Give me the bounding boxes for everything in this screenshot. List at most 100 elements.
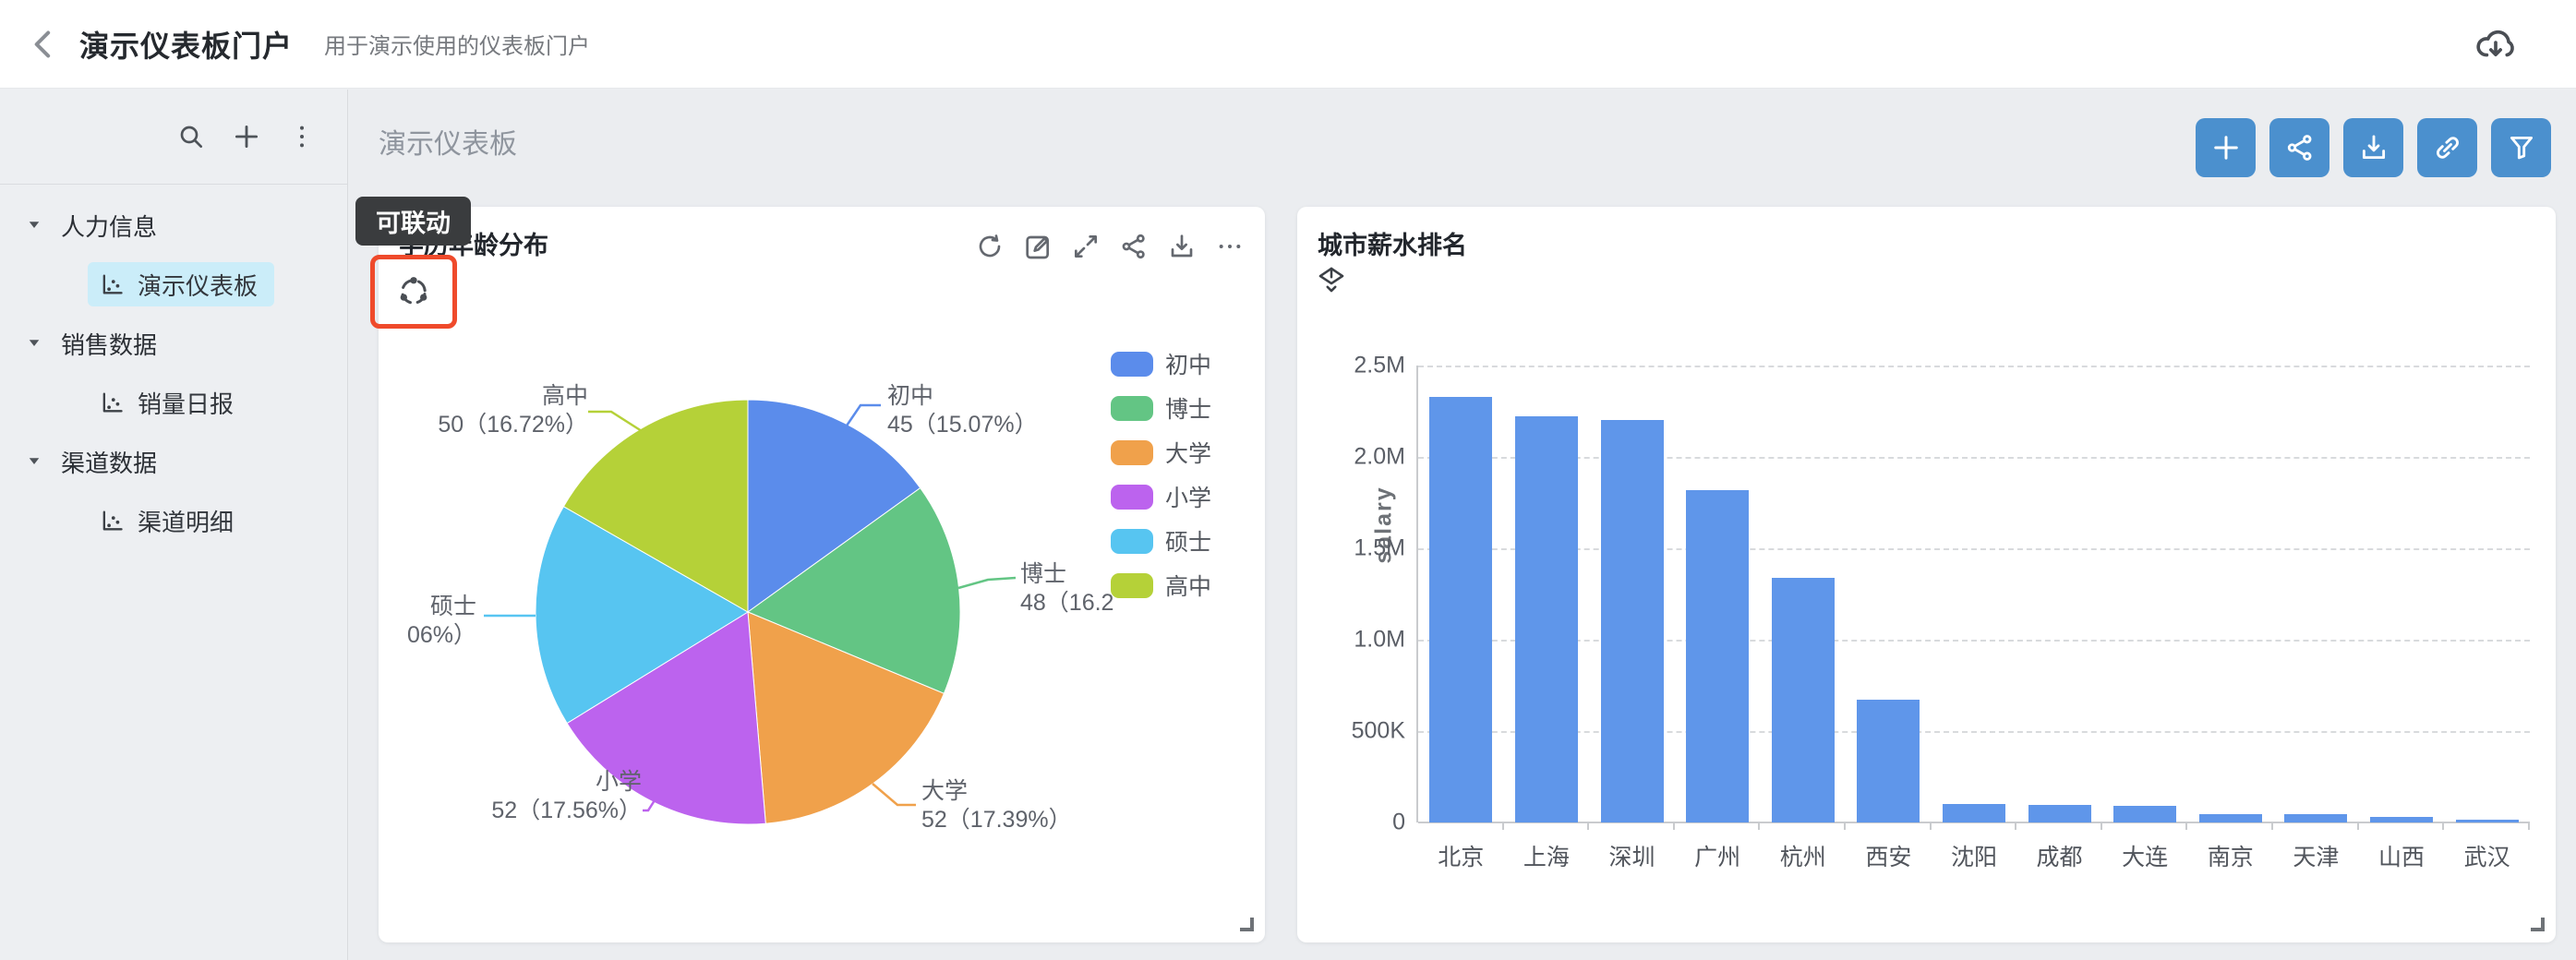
bar-column: 上海: [1504, 366, 1590, 822]
cloud-download-button[interactable]: [2474, 24, 2517, 66]
linkage-tooltip: 可联动: [355, 197, 471, 246]
app-header: 演示仪表板门户 用于演示使用的仪表板门户: [0, 0, 2576, 89]
bar-广州[interactable]: [1686, 490, 1749, 822]
bar-北京[interactable]: [1429, 397, 1492, 822]
add-button[interactable]: [2196, 118, 2256, 177]
download-icon: [2358, 132, 2389, 163]
x-tick-label: 深圳: [1609, 839, 1655, 872]
bar-深圳[interactable]: [1601, 420, 1664, 822]
bar-column: 大连: [2102, 366, 2188, 822]
link-button[interactable]: [2417, 118, 2477, 177]
legend-label: 博士: [1165, 391, 1211, 425]
legend-item-硕士[interactable]: 硕士: [1111, 519, 1211, 563]
dashboard-toolbar: [2196, 118, 2551, 177]
bar-杭州[interactable]: [1772, 578, 1835, 822]
resize-handle[interactable]: [1240, 918, 1254, 931]
x-tick-label: 天津: [2293, 839, 2339, 872]
bar-column: 北京: [1418, 366, 1504, 822]
sidebar-toolbar: [0, 90, 347, 185]
legend-swatch: [1111, 573, 1153, 598]
bar-西安[interactable]: [1857, 700, 1920, 822]
plus-icon: [231, 121, 262, 152]
bar-column: 天津: [2273, 366, 2359, 822]
bar-column: 沈阳: [1932, 366, 2017, 822]
tree-item-label: 渠道明细: [138, 504, 234, 538]
bar-column: 山西: [2359, 366, 2445, 822]
dashboard-title: 演示仪表板: [379, 121, 517, 162]
back-button[interactable]: [24, 24, 65, 65]
tree-group-0[interactable]: 人力信息: [0, 196, 347, 255]
legend-item-高中[interactable]: 高中: [1111, 563, 1211, 607]
pie-label-小学: 小学 52（17.56%）: [491, 768, 642, 825]
bar-南京[interactable]: [2199, 814, 2262, 822]
legend-label: 初中: [1165, 347, 1211, 380]
bar-column: 深圳: [1589, 366, 1675, 822]
legend-item-小学[interactable]: 小学: [1111, 474, 1211, 519]
bar-沈阳[interactable]: [1943, 804, 2005, 822]
search-button[interactable]: [175, 121, 207, 152]
filter-icon: [2506, 132, 2537, 163]
tree-group-1[interactable]: 销售数据: [0, 314, 347, 373]
x-tick-label: 广州: [1694, 839, 1740, 872]
pie-label-博士: 博士 48（16.2: [1020, 560, 1113, 618]
legend-label: 大学: [1165, 436, 1211, 469]
legend-swatch: [1111, 440, 1153, 465]
x-tick-label: 杭州: [1780, 839, 1826, 872]
x-tick-label: 大连: [2122, 839, 2168, 872]
bar-大连[interactable]: [2113, 806, 2176, 822]
chevron-left-icon: [26, 26, 63, 63]
x-tick-label: 南京: [2208, 839, 2254, 872]
x-tick-label: 武汉: [2464, 839, 2510, 872]
bar-上海[interactable]: [1515, 416, 1578, 822]
x-axis-ticks: [1418, 822, 2530, 830]
legend-swatch: [1111, 396, 1153, 421]
chart-card-bar: 城市薪水排名 salary 2.5M2.0M1.5M1.0M500K0 北京 上…: [1297, 207, 2556, 942]
pie-legend: 初中 博士 大学 小学 硕士 高中: [1111, 342, 1211, 607]
link-icon: [2432, 132, 2463, 163]
add-button[interactable]: [231, 121, 262, 152]
legend-item-大学[interactable]: 大学: [1111, 430, 1211, 474]
filter-button[interactable]: [2491, 118, 2551, 177]
pie-label-高中: 高中 50（16.72%）: [438, 382, 588, 439]
bar-column: 杭州: [1760, 366, 1846, 822]
tree-item-演示仪表板[interactable]: 演示仪表板: [0, 255, 347, 314]
chart-item-icon: [99, 271, 125, 297]
x-tick-label: 成都: [2037, 839, 2083, 872]
x-tick-label: 北京: [1438, 839, 1484, 872]
main-area: 演示仪表板 可联动 学历年龄分布 初中 45（15.07%）博士 48（16.2…: [349, 90, 2576, 960]
bar-column: 广州: [1675, 366, 1761, 822]
legend-swatch: [1111, 485, 1153, 510]
tree-item-label: 销量日报: [138, 386, 234, 420]
search-icon: [176, 122, 206, 151]
legend-item-博士[interactable]: 博士: [1111, 386, 1211, 430]
bar-天津[interactable]: [2284, 814, 2347, 822]
drill-down-icon[interactable]: [1316, 264, 1345, 295]
x-tick-label: 上海: [1523, 839, 1570, 872]
bar-plot-area: 2.5M2.0M1.5M1.0M500K0 北京 上海 深圳 广州: [1416, 366, 2530, 822]
legend-label: 小学: [1165, 480, 1211, 513]
resize-handle[interactable]: [2531, 918, 2545, 931]
bar-chart-title: 城市薪水排名: [1318, 225, 1467, 261]
tree-item-渠道明细[interactable]: 渠道明细: [0, 491, 347, 550]
tree-group-2[interactable]: 渠道数据: [0, 432, 347, 491]
tree-item-销量日报[interactable]: 销量日报: [0, 373, 347, 432]
dashboard-tree: 人力信息 演示仪表板 销售数据 销量日报 渠道数据 渠道明细: [0, 185, 347, 550]
bar-column: 西安: [1846, 366, 1932, 822]
y-tick-label: 0: [1392, 810, 1405, 836]
export-button[interactable]: [2343, 118, 2403, 177]
more-button[interactable]: [286, 121, 318, 152]
bar-column: 南京: [2187, 366, 2273, 822]
linkage-icon[interactable]: [394, 272, 433, 311]
caret-down-icon[interactable]: [26, 452, 44, 471]
plus-icon: [2209, 131, 2243, 164]
tree-group-label: 渠道数据: [61, 445, 157, 479]
caret-down-icon[interactable]: [26, 216, 44, 234]
bar-成都[interactable]: [2028, 805, 2091, 822]
pie-label-大学: 大学 52（17.39%）: [921, 777, 1072, 834]
caret-down-icon[interactable]: [26, 334, 44, 353]
bar-column: 成都: [2016, 366, 2102, 822]
share-button[interactable]: [2269, 118, 2329, 177]
legend-item-初中[interactable]: 初中: [1111, 342, 1211, 386]
tree-item-label: 演示仪表板: [138, 268, 258, 302]
x-tick-label: 沈阳: [1951, 839, 1997, 872]
